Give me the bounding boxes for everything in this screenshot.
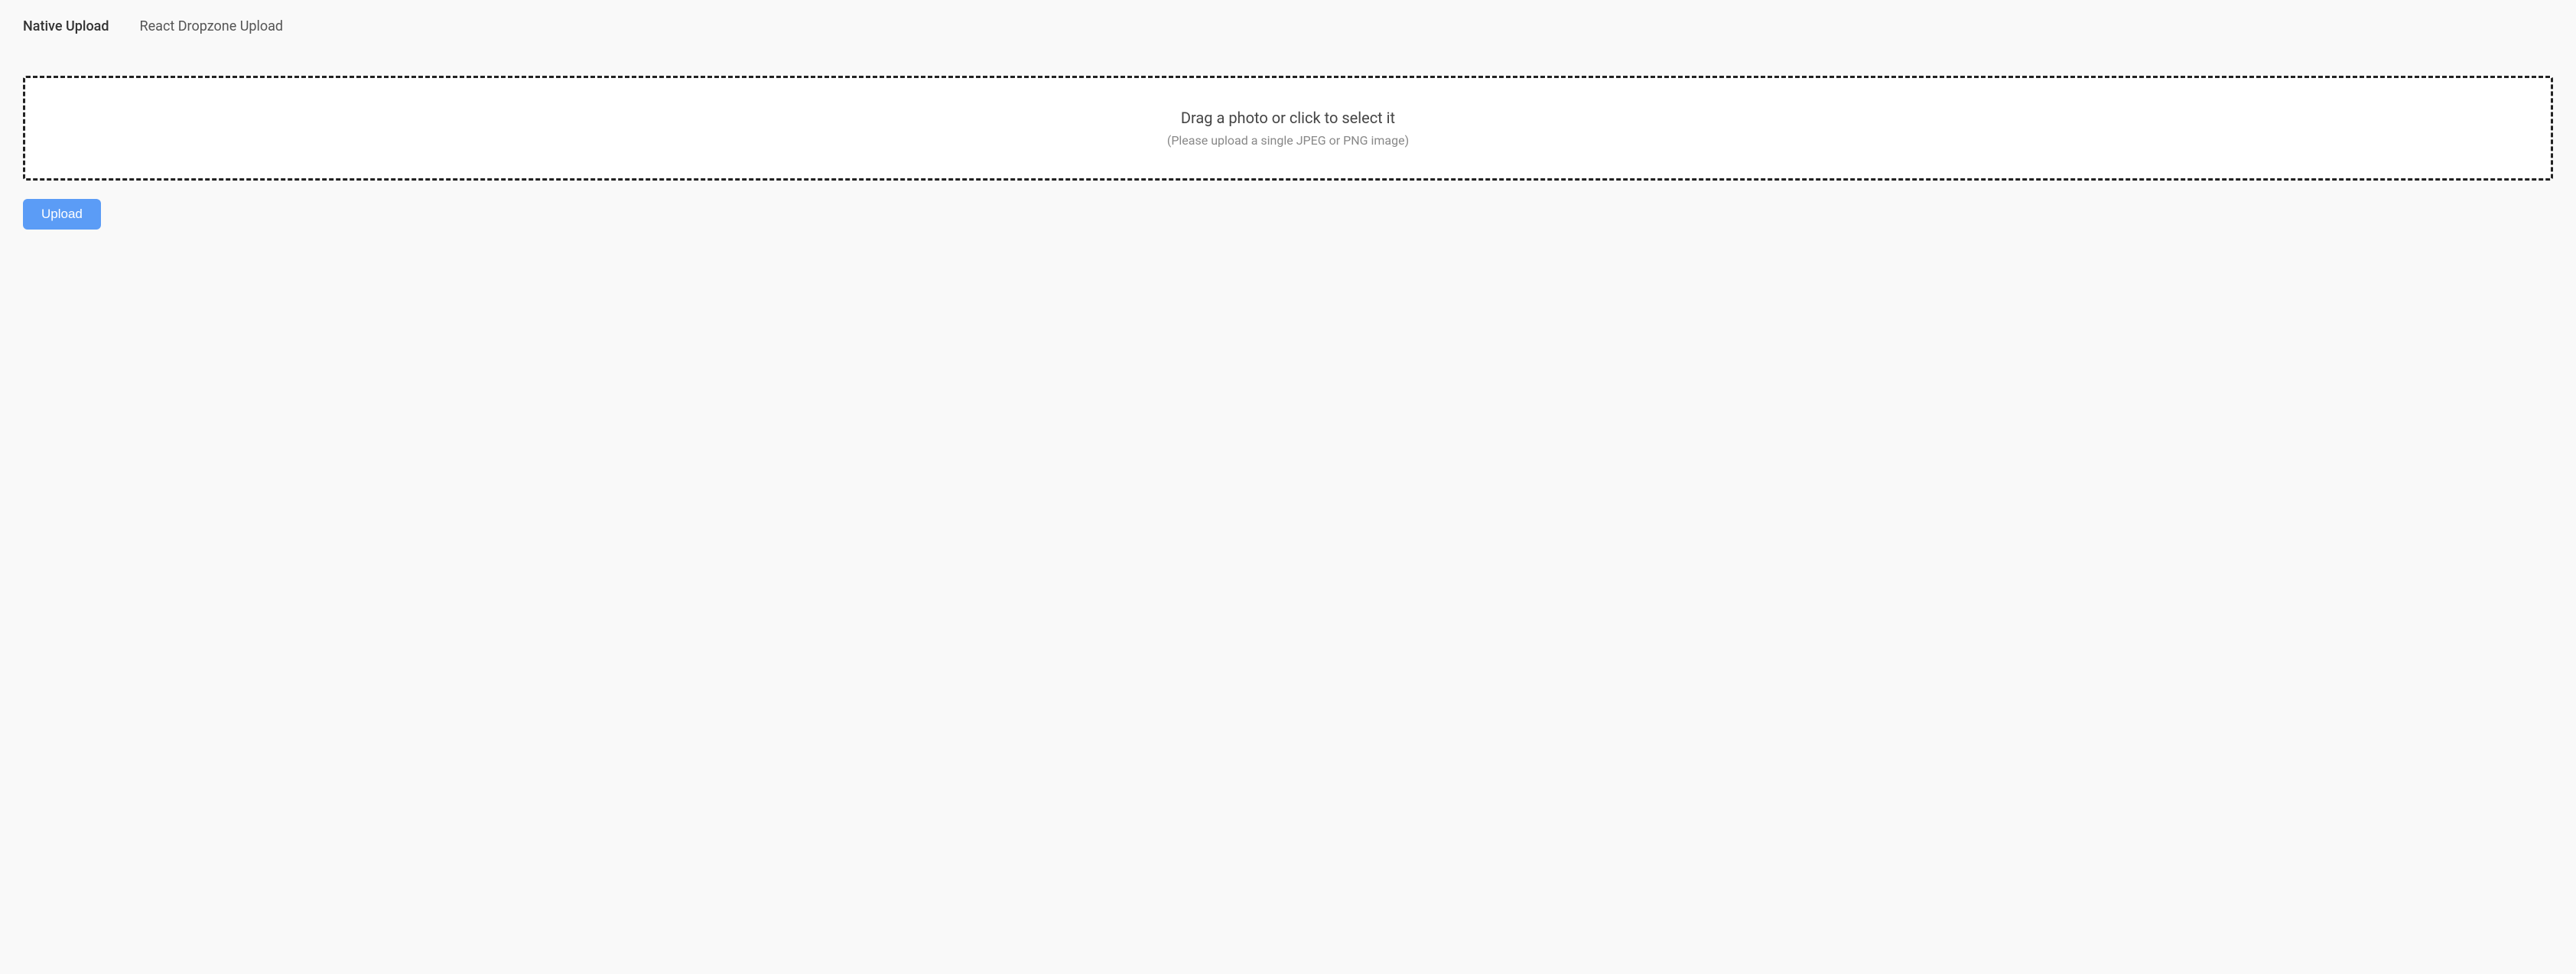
- dropzone-main-text: Drag a photo or click to select it: [1181, 109, 1395, 127]
- upload-button[interactable]: Upload: [23, 199, 101, 230]
- tab-navigation: Native Upload React Dropzone Upload: [23, 15, 2553, 37]
- tab-native-upload[interactable]: Native Upload: [23, 15, 109, 37]
- dropzone-sub-text: (Please upload a single JPEG or PNG imag…: [1167, 133, 1409, 148]
- tab-react-dropzone-upload[interactable]: React Dropzone Upload: [140, 15, 284, 37]
- file-dropzone[interactable]: Drag a photo or click to select it (Plea…: [23, 76, 2553, 181]
- page-container: Native Upload React Dropzone Upload Drag…: [0, 0, 2576, 245]
